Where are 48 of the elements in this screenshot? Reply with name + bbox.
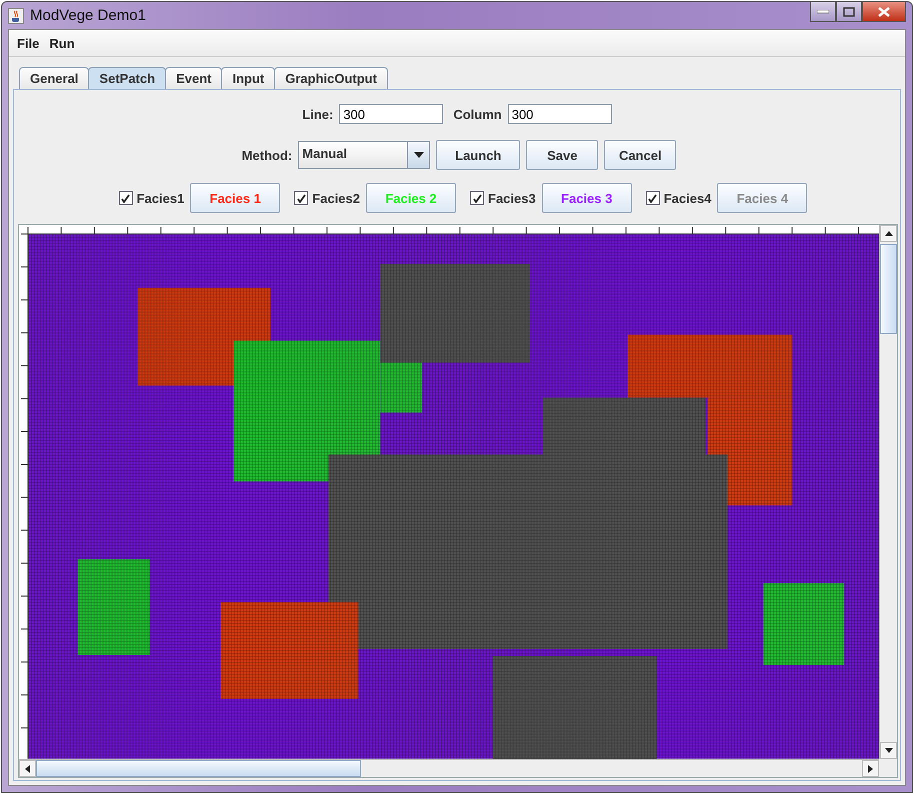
check-icon [121, 194, 130, 203]
left-arrow-icon [25, 764, 30, 772]
scrollbar-thumb[interactable] [880, 244, 897, 334]
close-icon [878, 6, 890, 16]
method-label: Method: [242, 148, 292, 163]
tab[interactable]: Input [221, 67, 276, 90]
line-field[interactable]: 300 [339, 104, 444, 124]
column-label: Column [453, 106, 502, 122]
checkbox-label: Facies2 [312, 190, 360, 206]
scroll-down-button[interactable] [880, 742, 897, 759]
checkbox-label: Facies1 [136, 190, 184, 206]
checkbox[interactable] [294, 191, 308, 206]
close-button[interactable] [862, 2, 906, 22]
caret-icon [414, 152, 424, 158]
action-button[interactable]: Cancel [604, 140, 676, 170]
action-button[interactable]: Launch [436, 140, 520, 170]
up-arrow-icon [884, 231, 892, 236]
window-title: ModVege Demo1 [30, 7, 146, 24]
tab[interactable]: GraphicOutput [274, 67, 388, 90]
checkbox[interactable] [646, 191, 660, 206]
scroll-left-button[interactable] [19, 760, 36, 777]
right-arrow-icon [868, 764, 873, 772]
check-icon [472, 194, 482, 203]
checkbox[interactable] [470, 191, 484, 206]
method-dropdown[interactable]: Manual [298, 141, 430, 170]
maximize-button[interactable] [836, 2, 862, 22]
menu-item[interactable]: Run [49, 36, 75, 51]
down-arrow-icon [884, 748, 892, 753]
tab[interactable]: Event [165, 67, 222, 90]
action-button[interactable]: Save [526, 140, 598, 170]
tab[interactable]: General [19, 67, 90, 90]
checkbox-label: Facies4 [664, 190, 712, 206]
checkbox-label: Facies3 [488, 190, 536, 206]
scrollbar-thumb[interactable] [36, 760, 361, 777]
column-field[interactable]: 300 [508, 104, 612, 124]
minimize-button[interactable] [810, 2, 836, 22]
facies-button[interactable]: Facies 3 [542, 183, 632, 214]
scroll-up-button[interactable] [880, 225, 897, 242]
line-label: Line: [302, 106, 334, 122]
minimize-icon [817, 10, 829, 14]
check-icon [648, 194, 658, 203]
maximize-icon [843, 6, 855, 16]
scroll-right-button[interactable] [862, 760, 879, 777]
check-icon [296, 194, 306, 203]
checkbox[interactable] [118, 191, 133, 206]
java-cup-icon [8, 8, 24, 24]
tab[interactable]: SetPatch [88, 67, 166, 90]
menu-item[interactable]: File [17, 36, 40, 51]
